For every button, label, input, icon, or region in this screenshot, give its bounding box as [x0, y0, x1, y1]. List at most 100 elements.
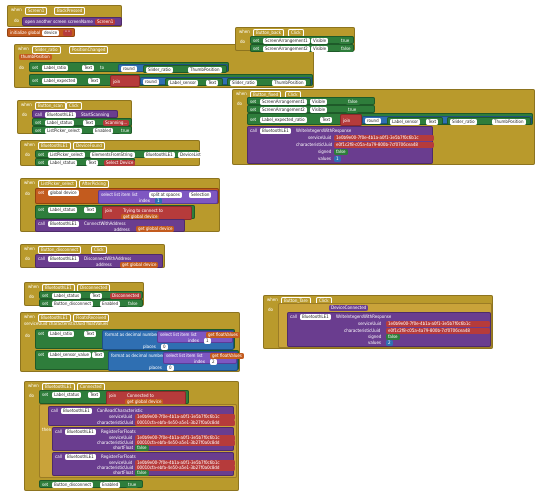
label-ratio-chip[interactable]: Label_ratio — [42, 65, 69, 71]
set-enabled-block[interactable]: set ListPicker_select Enabled true — [32, 126, 132, 134]
if-can-read-block[interactable]: then call BluetoothLE1 CanReadCharacteri… — [39, 404, 237, 478]
split-chip[interactable]: split at spaces — [149, 192, 182, 198]
float-values-getter[interactable]: get floatValues — [206, 332, 240, 338]
characteristic-uuid[interactable]: e0f1c2f8-c05a-4a79-800b-7cf0706cea48 — [334, 142, 434, 148]
button-disconnect-chip[interactable]: Button_disconnect — [52, 301, 94, 307]
bool-value[interactable]: true — [126, 482, 139, 488]
text-chip[interactable]: Text — [426, 119, 439, 125]
device-found-block[interactable]: when BluetoothLE1 DeviceFound do set Lis… — [20, 140, 203, 166]
button-tare-click-block[interactable]: when Button_Tare Click do DeviceConnecte… — [263, 295, 493, 349]
set-global-device-block[interactable]: set global device select list item list … — [35, 188, 219, 204]
index-value[interactable]: 2 — [210, 359, 217, 365]
button-disconnect-click-block[interactable]: when Button_disconnect Click do call Blu… — [20, 244, 165, 268]
visible-chip[interactable]: Visible — [311, 46, 329, 52]
prop-chip[interactable]: Enabled — [93, 128, 114, 134]
characteristic-uuid[interactable]: 00010cfa-ebfa-4e50-a5e1-3b27f0a0c8dd — [135, 440, 235, 446]
set-sensor-format-block[interactable]: set Label_sensor_value Text format as de… — [35, 350, 244, 371]
service-uuid[interactable]: 1e0b9e00-7f0e-4b1a-a0f1-3e5b7f0c6b1c — [386, 321, 490, 327]
format-decimal-block-2[interactable]: format as decimal number select list ite… — [108, 351, 244, 371]
prop-chip[interactable]: Text — [320, 117, 333, 123]
init-value[interactable]: " " — [63, 30, 72, 36]
open-screen-block[interactable]: open another screen screenName Screen1 — [22, 17, 122, 26]
write-integers-block[interactable]: call BluetoothLE1 WriteIntegersWithRespo… — [287, 312, 491, 347]
ble-chip[interactable]: BluetoothLE1 — [61, 408, 92, 414]
set-status-join-block[interactable]: set Label_status Text join Trying to con… — [35, 205, 195, 220]
slider-chip[interactable]: Slider_ratio — [450, 119, 477, 125]
select-list-item[interactable]: select list item list split at spaces Se… — [98, 190, 218, 204]
component-chip[interactable]: Slider_ratio — [32, 46, 61, 54]
bool-value[interactable]: false — [339, 46, 353, 52]
values-value[interactable]: 1 — [334, 156, 341, 162]
component-chip[interactable]: Screen1 — [25, 7, 48, 15]
values-value[interactable]: 2 — [386, 340, 393, 346]
index-value[interactable]: 1 — [204, 338, 211, 344]
init-global-device-block[interactable]: initialize global device " " — [7, 28, 75, 37]
listpicker-chip[interactable]: ListPicker_select — [45, 128, 82, 134]
prop-chip[interactable]: Text — [84, 207, 97, 213]
select-list-item[interactable]: select list item list get floatValues in… — [157, 331, 240, 344]
event-chip[interactable]: PositionChanged — [69, 46, 109, 54]
short-float-value[interactable]: false — [135, 470, 149, 476]
sa2-chip[interactable]: ScreenArrangement2 — [263, 46, 310, 52]
event-chip[interactable]: AfterPicking — [79, 180, 109, 188]
connect-address-block[interactable]: call BluetoothLE1 ConnectWithAddress add… — [35, 219, 185, 232]
set-label-expected-block[interactable]: set Label_expected Text join round Label… — [29, 74, 313, 87]
ble-chip[interactable]: BluetoothLE1 — [65, 454, 96, 460]
set-enabled-block[interactable]: set Button_disconnect Enabled true — [39, 480, 143, 488]
set-sa2-visible-block[interactable]: set ScreenArrangement2 Visible true — [247, 105, 375, 113]
global-device-getter[interactable]: get global device — [120, 262, 159, 268]
register-floats-block-1[interactable]: call BluetoothLE1 RegisterForFloats serv… — [52, 427, 235, 451]
selection-chip[interactable]: Selection — [189, 192, 212, 198]
disconnect-address-block[interactable]: call BluetoothLE1 DisconnectWithAddress … — [35, 254, 163, 268]
set-status-join-block[interactable]: set Label_status Text join Connected to … — [39, 390, 189, 405]
event-chip[interactable]: DeviceFound — [73, 142, 105, 150]
bool-value[interactable]: false — [126, 301, 140, 307]
set-sa2-visible-block[interactable]: set ScreenArrangement2 Visible false — [250, 44, 354, 52]
ble-chip[interactable]: BluetoothLE1 — [144, 152, 175, 158]
bool-value[interactable]: true — [119, 128, 132, 134]
text-chip[interactable]: Text — [206, 80, 219, 86]
join-block[interactable]: join Connected to get global device — [106, 391, 186, 405]
select-list-item-2[interactable]: select list item list get floatValues in… — [163, 352, 244, 365]
slider-getter[interactable]: Slider_ratio ThumbPosition — [143, 65, 227, 73]
sensor-chip[interactable]: Label_sensor — [168, 80, 199, 86]
prop-chip[interactable]: Enabled — [100, 301, 121, 307]
round-block-2[interactable]: round Label_sensor Text Slider_ratio Thu… — [140, 77, 312, 86]
set-enabled-block[interactable]: set Button_disconnect Enabled false — [39, 299, 143, 307]
label-status-chip[interactable]: Label_status — [48, 207, 78, 213]
set-status-block[interactable]: set Label_status Text Scanning... — [32, 118, 132, 126]
event-chip[interactable]: Click — [91, 246, 107, 254]
join-block[interactable]: join Trying to connect to get global dev… — [102, 206, 192, 220]
component-chip[interactable]: ListPicker_select — [38, 180, 77, 188]
set-label-ratio-block[interactable]: set Label_ratio Text to round Slider_rat… — [29, 62, 229, 73]
slider-getter[interactable]: Slider_ratio ThumbPosition — [447, 117, 531, 125]
prop-chip[interactable]: Enabled — [100, 482, 121, 488]
label-expected-chip[interactable]: Label_expected_ratio — [260, 117, 307, 123]
label-ratio-chip[interactable]: Label_ratio — [48, 331, 75, 337]
characteristic-uuid[interactable]: 00010cfa-ebfa-4e50-a5e1-3b27f0a0c8dd — [135, 420, 235, 426]
start-scanning-block[interactable]: call BluetoothLE1 StartScanning — [32, 110, 118, 118]
screen-name-value[interactable]: Screen1 — [95, 19, 116, 25]
button-fixed-click-block[interactable]: when Button_fixed Click do set ScreenArr… — [232, 89, 535, 165]
round-block[interactable]: round Slider_ratio ThumbPosition — [118, 64, 228, 73]
var-name[interactable]: device — [42, 30, 60, 36]
status-text[interactable]: Select Device — [104, 160, 136, 166]
round-chip[interactable]: round — [143, 79, 159, 85]
ble-chip[interactable]: BluetoothLE1 — [65, 429, 96, 435]
prop-chip[interactable]: Text — [84, 331, 97, 337]
signed-value[interactable]: false — [334, 149, 348, 155]
screen-back-pressed-block[interactable]: when Screen1 BackPressed do open another… — [7, 5, 122, 27]
service-uuid[interactable]: 1e0b9e00-7f0e-4b1a-a0f1-3e5b7f0c6b1c — [334, 135, 434, 141]
ble-chip[interactable]: BluetoothLE1 — [48, 256, 79, 262]
slider-chip[interactable]: Slider_ratio — [146, 67, 173, 73]
set-status-block[interactable]: set Label_status Text Disconnected — [39, 291, 143, 299]
places-value[interactable]: 0 — [167, 365, 174, 371]
button-scan-click-block[interactable]: when Button_scan Click do call Bluetooth… — [17, 100, 132, 134]
component-chip[interactable]: Button_scan — [35, 102, 66, 110]
register-floats-block-2[interactable]: call BluetoothLE1 RegisterForFloats serv… — [52, 452, 235, 476]
ble-chip[interactable]: BluetoothLE1 — [260, 128, 291, 134]
join-block[interactable]: join — [340, 114, 362, 126]
set-ratio-format-block[interactable]: set Label_ratio Text format as decimal n… — [35, 329, 240, 350]
label-status-chip[interactable]: Label_status — [52, 392, 82, 398]
if-connected-block[interactable]: DeviceConnected call BluetoothLE1 WriteI… — [278, 303, 492, 348]
